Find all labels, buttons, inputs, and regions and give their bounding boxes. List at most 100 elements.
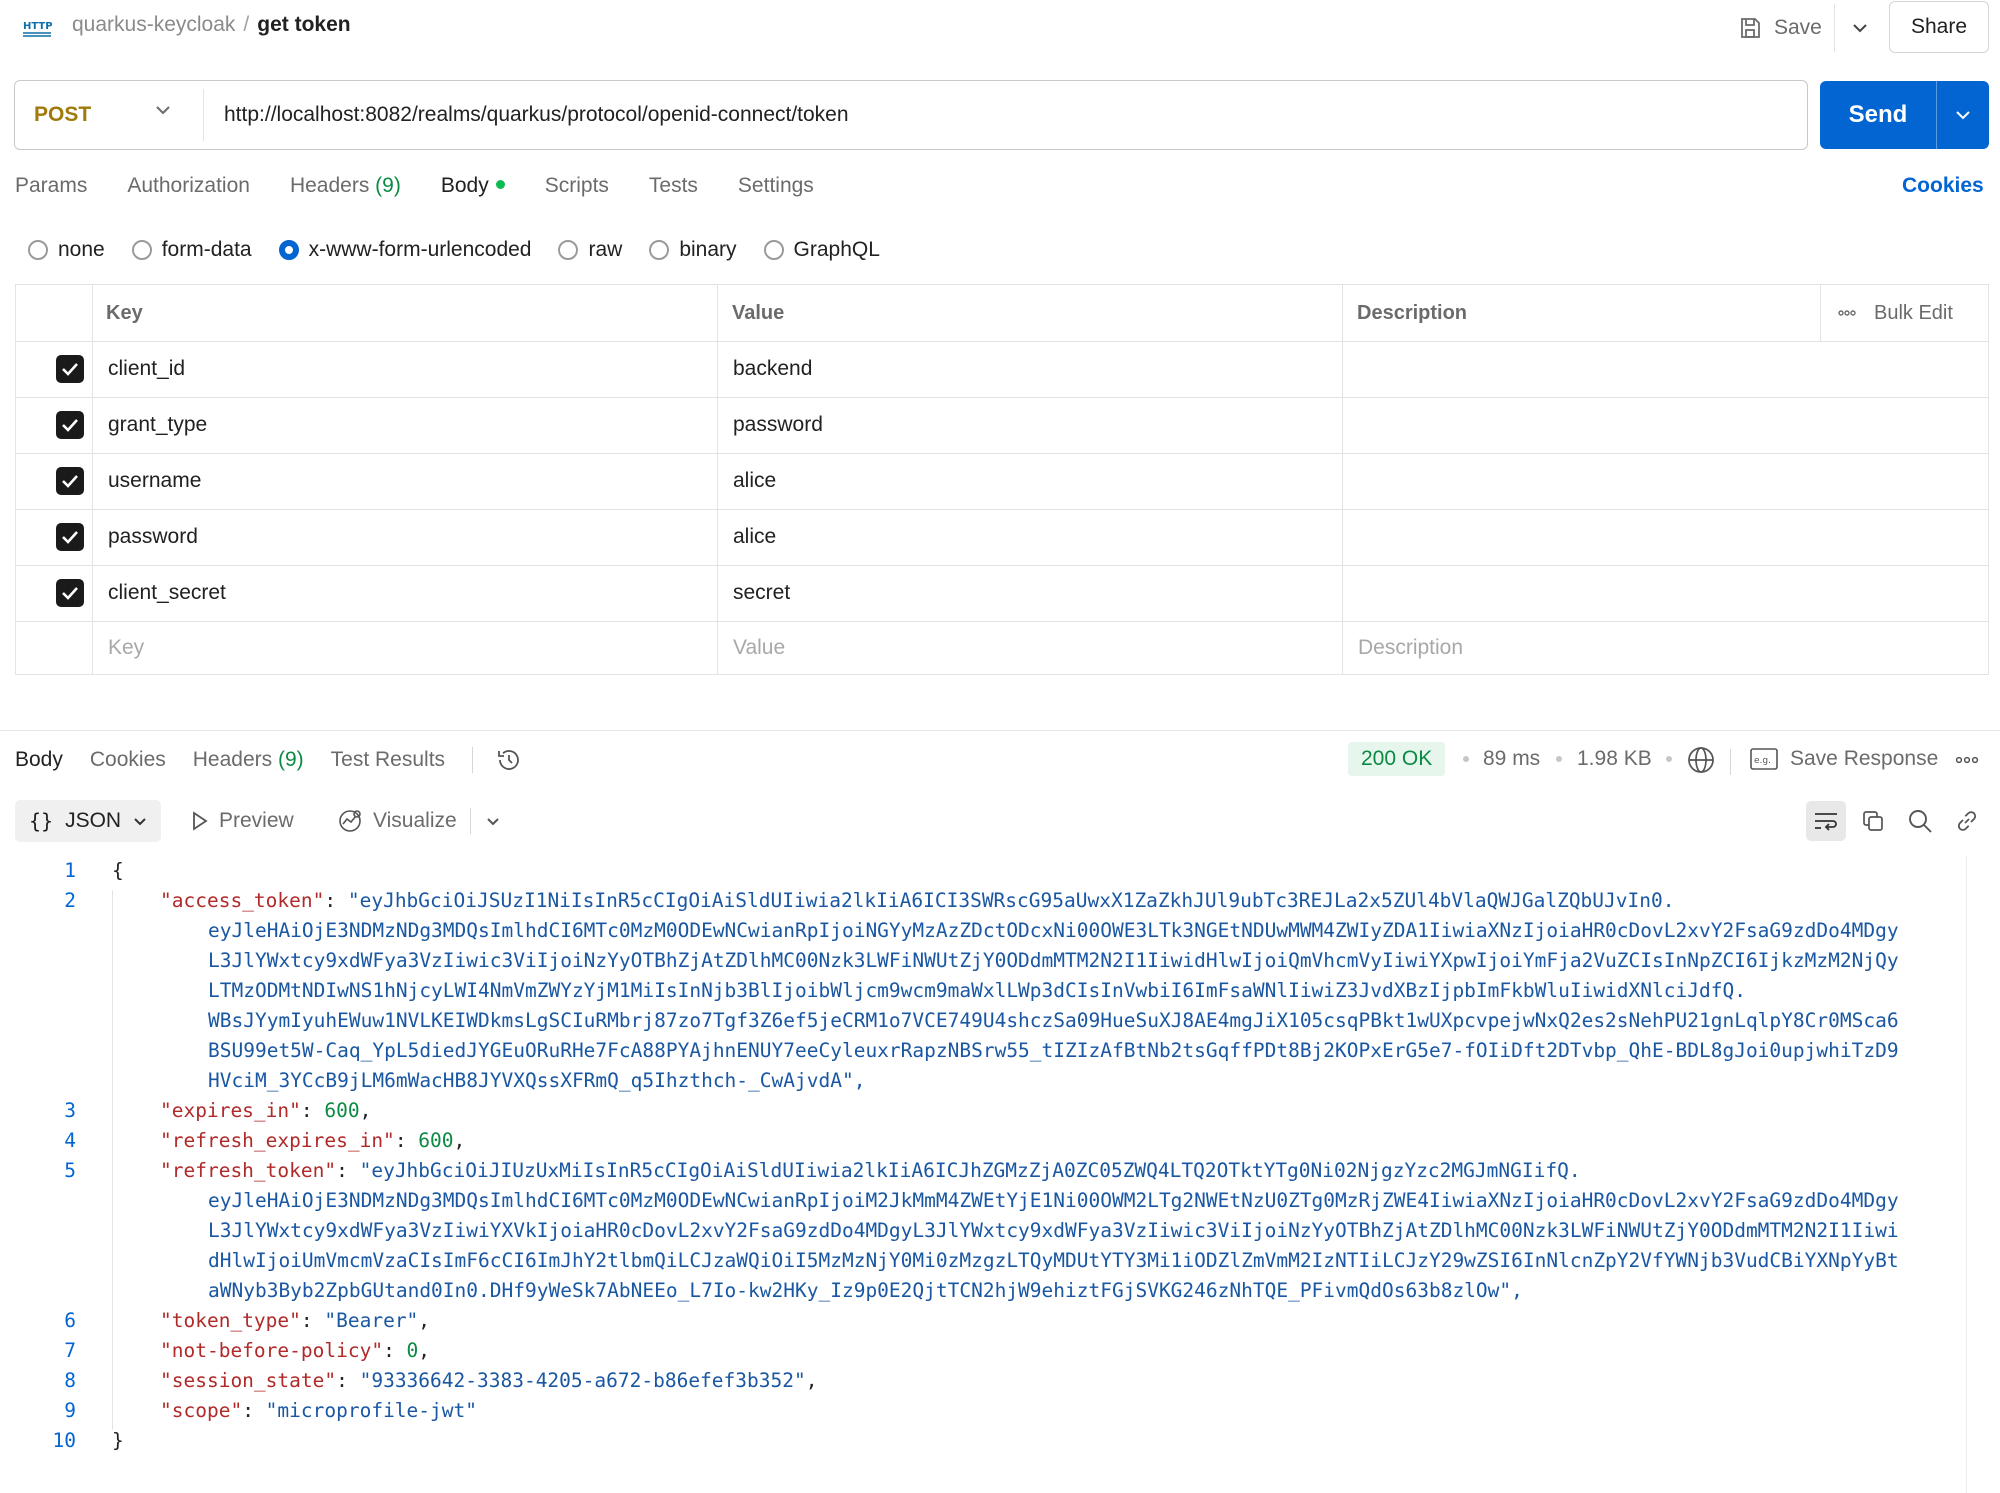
param-value[interactable]: alice xyxy=(733,509,776,565)
send-button[interactable]: Send xyxy=(1820,81,1989,149)
param-value[interactable]: alice xyxy=(733,453,776,509)
response-tab-headers[interactable]: Headers (9) xyxy=(193,748,304,772)
params-table: Key Value Description Bulk Edit client_i… xyxy=(15,284,1989,675)
param-key[interactable]: client_id xyxy=(108,341,185,397)
param-key[interactable]: password xyxy=(108,509,198,565)
method-select[interactable]: POST xyxy=(15,81,203,149)
row-checkbox[interactable] xyxy=(56,579,84,607)
search-button[interactable] xyxy=(1900,801,1940,841)
response-body-editor[interactable]: 1{ 2 "access_token": "eyJhbGciOiJSUzI1NiI… xyxy=(0,856,1968,1456)
radio-graphql[interactable]: GraphQL xyxy=(763,238,880,262)
tab-tests[interactable]: Tests xyxy=(649,174,698,204)
new-key-input[interactable]: Key xyxy=(108,621,144,674)
json-key: "not-before-policy" xyxy=(160,1339,384,1362)
json-number: 600 xyxy=(324,1099,360,1122)
share-button[interactable]: Share xyxy=(1889,1,1989,53)
visualize-options-button[interactable] xyxy=(473,801,513,841)
tab-authorization[interactable]: Authorization xyxy=(127,174,250,204)
param-value[interactable]: backend xyxy=(733,341,812,397)
request-title[interactable]: get token xyxy=(257,13,350,36)
more-icon xyxy=(1838,310,1856,316)
param-value[interactable]: secret xyxy=(733,565,790,621)
globe-icon[interactable] xyxy=(1686,745,1716,775)
json-string: LTMzODMtNDIwNS1hNjcyLWI4NmVmZWYzYjM1MiIs… xyxy=(208,979,1746,1002)
param-key[interactable]: client_secret xyxy=(108,565,226,621)
response-tab-cookies[interactable]: Cookies xyxy=(90,748,166,772)
tab-headers-count: (9) xyxy=(375,174,401,197)
code-line: 1{ xyxy=(0,856,1968,886)
code-line: 5 "refresh_token": "eyJhbGciOiJIUzUxMiIsI… xyxy=(0,1156,1968,1186)
row-checkbox[interactable] xyxy=(56,467,84,495)
preview-label: Preview xyxy=(219,809,294,832)
row-checkbox[interactable] xyxy=(56,523,84,551)
json-string: HVciM_3YCcB9jLM6mWacHB8JYVXQssXFRmQ_q5Ih… xyxy=(208,1069,866,1092)
bulk-edit-button[interactable]: Bulk Edit xyxy=(1838,285,1953,341)
new-description-input[interactable]: Description xyxy=(1358,621,1463,674)
tab-scripts[interactable]: Scripts xyxy=(545,174,609,204)
play-icon xyxy=(193,811,208,831)
tab-headers-label: Headers xyxy=(289,174,370,197)
table-row: client_secret secret xyxy=(16,565,1988,621)
link-icon xyxy=(1957,811,1977,831)
save-label: Save xyxy=(1774,16,1822,39)
response-tab-test-results[interactable]: Test Results xyxy=(331,748,445,772)
history-icon[interactable] xyxy=(495,746,523,774)
radio-circle xyxy=(131,240,152,260)
cookies-link[interactable]: Cookies xyxy=(1902,174,1984,198)
response-size[interactable]: 1.98 KB xyxy=(1577,742,1652,776)
checkbox-checked-icon xyxy=(62,419,78,432)
json-string: eyJleHAiOjE3NDMzNDg3MDQsImlhdCI6MTc0MzM0… xyxy=(208,1189,1899,1212)
json-string: eyJleHAiOjE3NDMzNDg3MDQsImlhdCI6MTc0MzM0… xyxy=(208,919,1899,942)
wrap-lines-button[interactable] xyxy=(1806,801,1846,841)
param-key[interactable]: username xyxy=(108,453,201,509)
save-button[interactable]: Save xyxy=(1738,8,1822,48)
breadcrumb-collection[interactable]: quarkus-keycloak xyxy=(72,13,235,36)
pane-divider[interactable] xyxy=(0,730,2000,731)
json-string: aWNyb3Byb2ZpbGUtand0In0.DHf9yWeSk7AbNEEo… xyxy=(208,1279,1523,1302)
link-button[interactable] xyxy=(1947,801,1987,841)
radio-none[interactable]: none xyxy=(28,238,105,262)
radio-x-www-form-urlencoded[interactable]: x-www-form-urlencoded xyxy=(278,238,531,262)
more-icon[interactable] xyxy=(1955,756,1979,764)
radio-circle xyxy=(558,240,579,260)
radio-label: binary xyxy=(679,238,737,261)
separator-dot xyxy=(1463,756,1469,762)
line-number: 8 xyxy=(64,1369,76,1392)
checkbox-checked-icon xyxy=(62,363,78,376)
copy-button[interactable] xyxy=(1853,801,1893,841)
param-key[interactable]: grant_type xyxy=(108,397,207,453)
status-badge[interactable]: 200 OK xyxy=(1348,742,1446,776)
visualize-button[interactable]: Visualize xyxy=(337,800,457,842)
url-input[interactable]: http://localhost:8082/realms/quarkus/pro… xyxy=(224,81,849,149)
chevron-down-icon xyxy=(134,817,146,825)
save-response-button[interactable]: e.g. Save Response xyxy=(1750,742,1938,776)
new-value-input[interactable]: Value xyxy=(733,621,785,674)
save-options-button[interactable] xyxy=(1840,8,1880,48)
response-time[interactable]: 89 ms xyxy=(1483,742,1540,776)
param-value[interactable]: password xyxy=(733,397,823,453)
json-string: "microprofile-jwt" xyxy=(265,1399,477,1422)
code-line-wrap: LTMzODMtNDIwNS1hNjcyLWI4NmVmZWYzYjM1MiIs… xyxy=(0,976,1968,1006)
response-tab-body[interactable]: Body xyxy=(15,748,63,772)
line-number: 3 xyxy=(64,1099,76,1122)
tab-headers[interactable]: Headers (9) xyxy=(290,174,401,204)
request-tabs: Params Authorization Headers (9) Body Sc… xyxy=(15,174,854,204)
radio-raw[interactable]: raw xyxy=(558,238,622,262)
row-checkbox[interactable] xyxy=(56,411,84,439)
radio-binary[interactable]: binary xyxy=(649,238,737,262)
radio-form-data[interactable]: form-data xyxy=(131,238,252,262)
search-icon xyxy=(1909,810,1932,833)
format-select[interactable]: {} JSON xyxy=(15,800,161,842)
code-line-wrap: aWNyb3Byb2ZpbGUtand0In0.DHf9yWeSk7AbNEEo… xyxy=(0,1276,1968,1306)
divider xyxy=(203,89,204,141)
radio-circle xyxy=(649,240,670,260)
tab-params[interactable]: Params xyxy=(15,174,87,204)
code-line-wrap: L3JlYWxtcy9xdWFya3VzIiwiYXVkIjoiaHR0cDov… xyxy=(0,1216,1968,1246)
save-icon xyxy=(1741,18,1760,38)
code-line-wrap: HVciM_3YCcB9jLM6mWacHB8JYVXQssXFRmQ_q5Ih… xyxy=(0,1066,1968,1096)
tab-settings[interactable]: Settings xyxy=(738,174,814,204)
tab-body[interactable]: Body xyxy=(441,174,505,204)
preview-button[interactable]: Preview xyxy=(191,800,294,842)
send-options-button[interactable] xyxy=(1937,81,1989,149)
row-checkbox[interactable] xyxy=(56,355,84,383)
